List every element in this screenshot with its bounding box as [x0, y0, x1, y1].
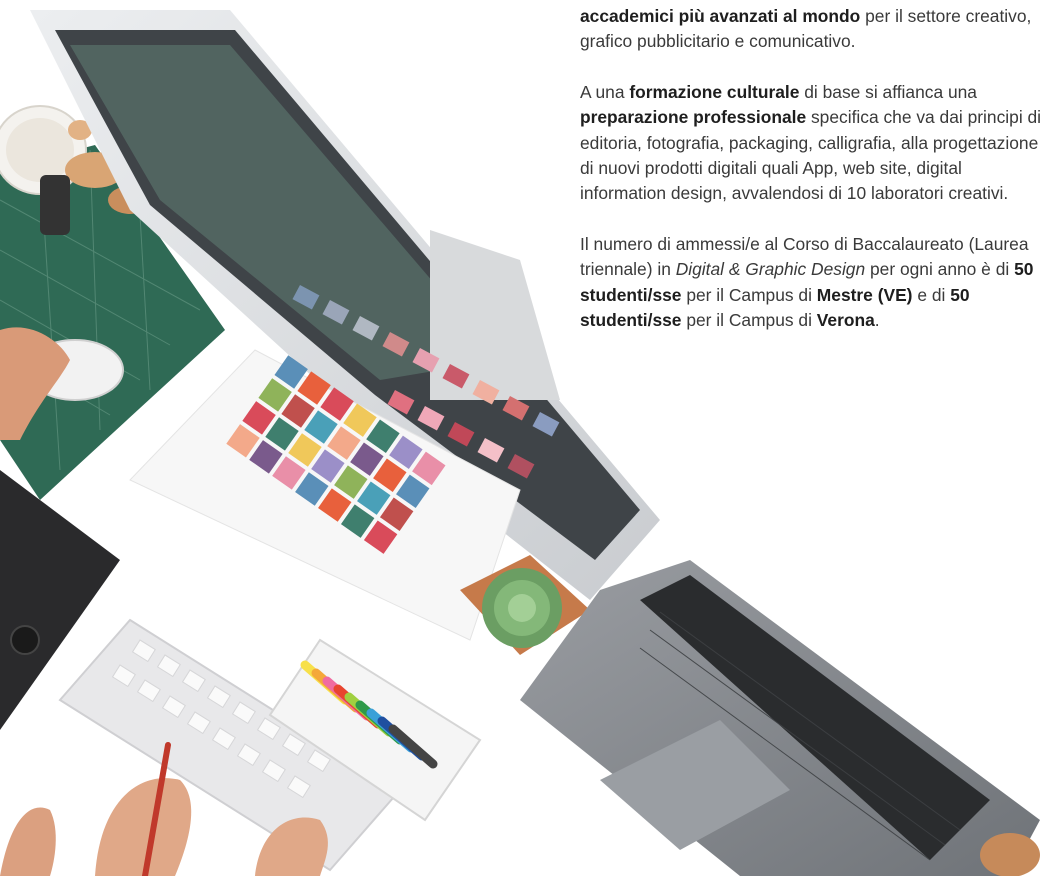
text-run: formazione culturale: [629, 81, 800, 102]
text-run: accademici più avanzati al mondo: [580, 6, 861, 26]
text-run: per il Campus di: [681, 284, 817, 305]
pencil-cup: [980, 833, 1040, 876]
text-run: Digital & Graphic Design: [675, 259, 866, 280]
text-run: Mestre (VE): [816, 284, 913, 305]
text-run: di base si affianca una: [799, 81, 977, 102]
text-run: per ogni anno è di: [865, 259, 1015, 280]
text-run: e di: [912, 284, 951, 305]
text-run: .: [874, 310, 880, 331]
text-run: A una: [580, 81, 630, 102]
paragraph-curriculum: A una formazione culturale di base si af…: [580, 80, 1045, 207]
paragraph-admissions: Il numero di ammessi/e al Corso di Bacca…: [580, 232, 1045, 334]
text-run: preparazione professionale: [580, 107, 807, 128]
description-text: accademici più avanzati al mondo per il …: [580, 4, 1045, 358]
text-run: per il Campus di: [681, 310, 817, 331]
laptop: [520, 560, 1040, 876]
text-run: Verona: [816, 310, 875, 331]
paragraph-intro: accademici più avanzati al mondo per il …: [580, 4, 1045, 55]
